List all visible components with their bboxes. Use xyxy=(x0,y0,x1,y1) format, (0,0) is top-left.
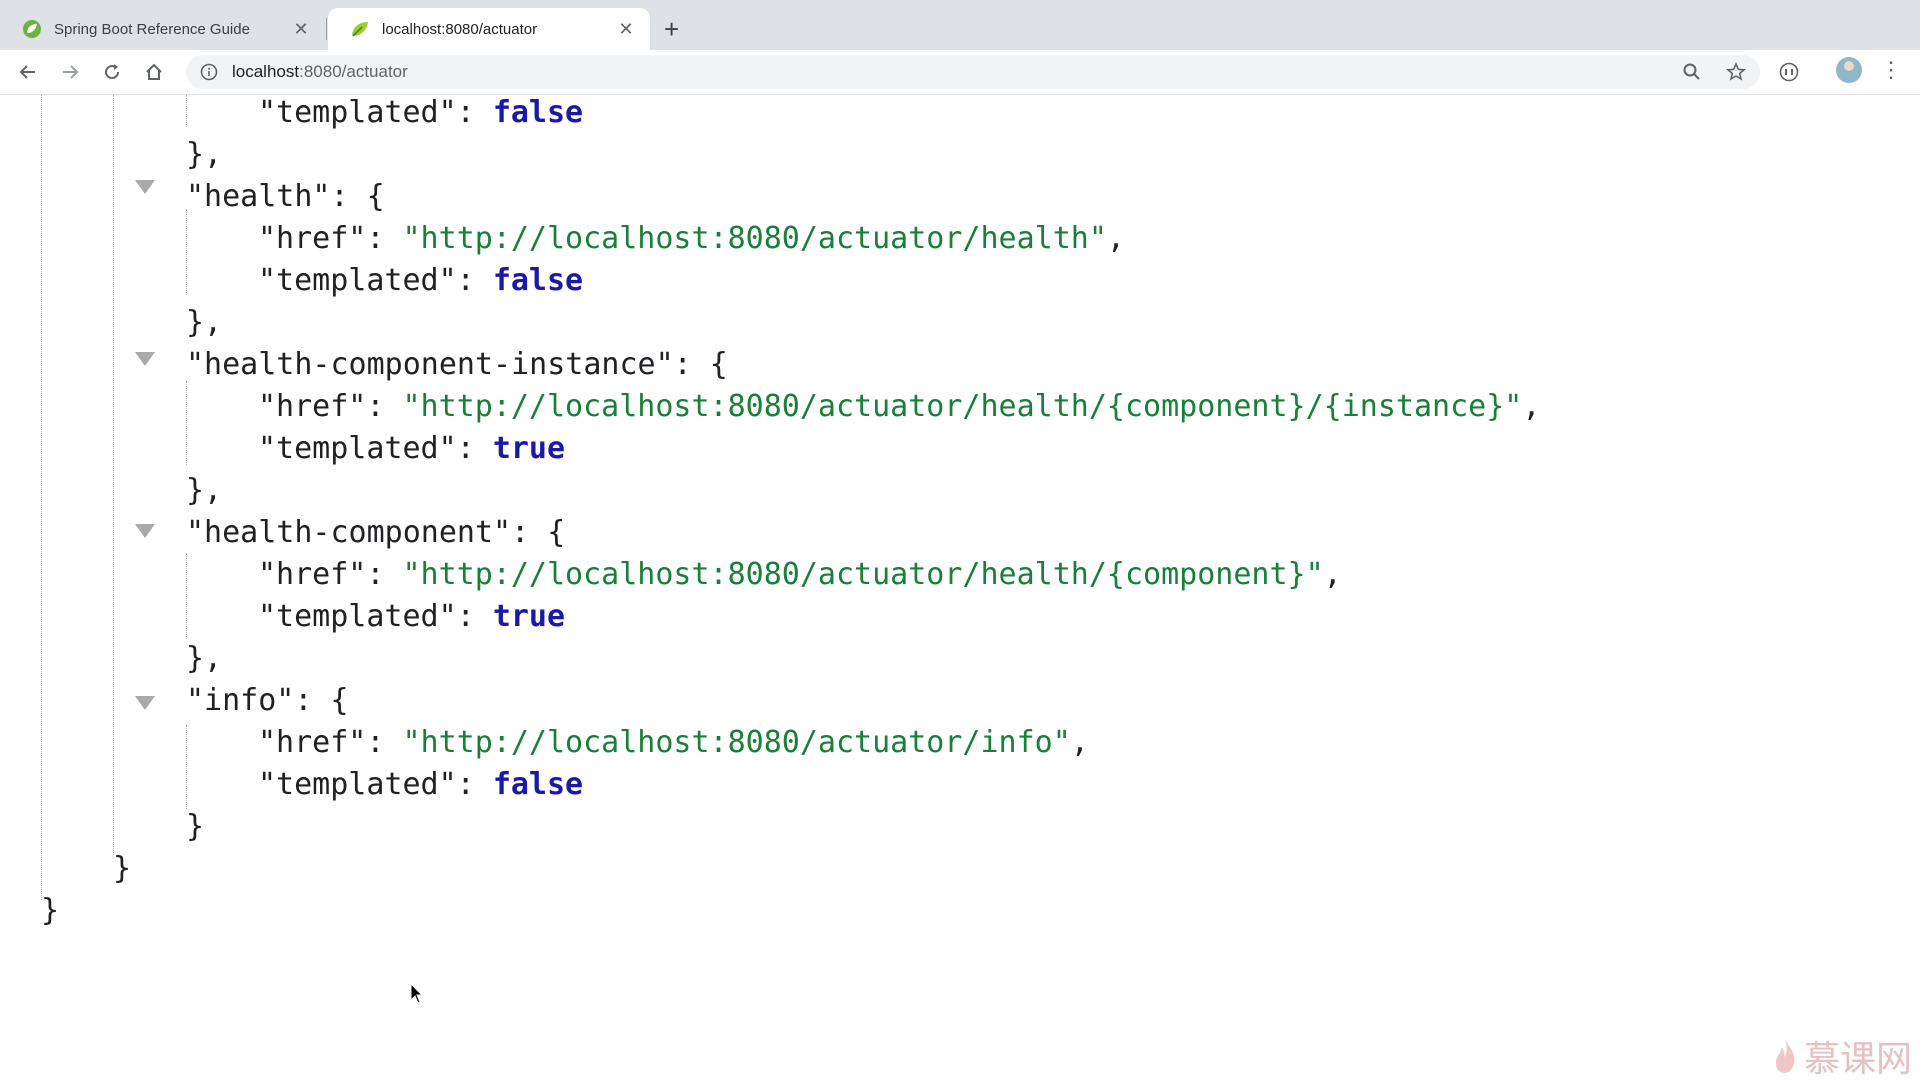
json-token: }, xyxy=(186,641,223,676)
json-line: }, xyxy=(186,641,222,677)
json-token: }, xyxy=(186,473,223,508)
json-line: } xyxy=(41,893,59,929)
back-icon[interactable] xyxy=(12,56,44,88)
collapse-toggle-icon[interactable] xyxy=(135,696,155,710)
json-token: "href": xyxy=(258,389,403,424)
json-token: "templated": xyxy=(258,263,493,298)
json-line: } xyxy=(186,809,204,845)
indent-guide xyxy=(186,381,187,465)
json-token: } xyxy=(41,893,60,928)
json-token: }, xyxy=(186,305,223,340)
json-line: "health-component-instance": { xyxy=(186,347,728,383)
json-boolean-value: false xyxy=(492,263,584,298)
json-token: "templated": xyxy=(258,431,493,466)
reload-icon[interactable] xyxy=(96,56,128,88)
extension-icon[interactable] xyxy=(1775,58,1803,86)
indent-guide xyxy=(41,95,42,900)
json-token: "href": xyxy=(258,725,403,760)
tab-divider xyxy=(326,18,327,40)
url-host: localhost xyxy=(232,62,300,81)
collapse-toggle-icon[interactable] xyxy=(135,524,155,538)
tab-title: Spring Boot Reference Guide xyxy=(54,20,250,38)
json-line: "templated": false xyxy=(258,263,583,299)
mouse-cursor-icon xyxy=(410,983,424,1004)
json-token: , xyxy=(1070,725,1089,760)
address-bar[interactable]: localhost:8080/actuator xyxy=(186,55,1760,89)
json-token: "info": { xyxy=(186,683,349,718)
json-line: "templated": false xyxy=(258,767,583,803)
json-line: "href": "http://localhost:8080/actuator/… xyxy=(258,557,1342,593)
tab-close-icon[interactable]: ✕ xyxy=(291,19,311,40)
json-token: "templated": xyxy=(258,95,493,130)
json-boolean-value: true xyxy=(492,431,566,466)
zoom-icon[interactable] xyxy=(1678,58,1706,86)
json-boolean-value: false xyxy=(492,95,584,130)
json-string-value: "http://localhost:8080/actuator/health" xyxy=(402,221,1107,256)
json-token: , xyxy=(1522,389,1541,424)
json-token: "templated": xyxy=(258,599,493,634)
json-string-value: "http://localhost:8080/actuator/health/{… xyxy=(402,389,1523,424)
menu-icon[interactable]: ⋮ xyxy=(1880,56,1902,84)
indent-guide xyxy=(186,553,187,637)
json-token: , xyxy=(1323,557,1342,592)
json-token: "health-component": { xyxy=(186,515,566,550)
json-line: "templated": true xyxy=(258,599,565,635)
url-text: localhost:8080/actuator xyxy=(232,62,408,82)
json-token: "health-component-instance": { xyxy=(186,347,728,382)
new-tab-button[interactable]: + xyxy=(664,12,679,46)
flame-icon xyxy=(1775,1039,1795,1073)
json-line: } xyxy=(113,851,131,887)
tab-close-icon[interactable]: ✕ xyxy=(616,19,636,40)
spring-leaf-icon xyxy=(23,20,41,38)
watermark-logo: 慕课网 xyxy=(1772,1030,1912,1082)
json-line: }, xyxy=(186,473,222,509)
collapse-toggle-icon[interactable] xyxy=(135,180,155,194)
json-token: "href": xyxy=(258,221,403,256)
json-line: "health-component": { xyxy=(186,515,565,551)
json-viewer: "templated": false}, "health": { "href": "… xyxy=(0,95,1920,1080)
indent-guide xyxy=(186,725,187,809)
tab-strip: Spring Boot Reference Guide ✕ localhost:… xyxy=(0,0,1920,50)
star-icon[interactable] xyxy=(1722,58,1750,86)
info-icon[interactable] xyxy=(200,63,218,81)
json-string-value: "http://localhost:8080/actuator/health/{… xyxy=(402,557,1324,592)
forward-icon[interactable] xyxy=(54,56,86,88)
tab-title: localhost:8080/actuator xyxy=(382,20,538,38)
collapse-toggle-icon[interactable] xyxy=(135,352,155,366)
json-line: "href": "http://localhost:8080/actuator/… xyxy=(258,389,1540,425)
json-line: }, xyxy=(186,137,222,173)
json-line: }, xyxy=(186,305,222,341)
browser-toolbar: localhost:8080/actuator xyxy=(0,50,1920,95)
home-icon[interactable] xyxy=(138,56,170,88)
spring-leaf-icon xyxy=(352,22,368,37)
tab-spring-boot-guide[interactable]: Spring Boot Reference Guide ✕ xyxy=(0,8,325,50)
json-boolean-value: false xyxy=(492,767,584,802)
json-token: "href": xyxy=(258,557,403,592)
json-boolean-value: true xyxy=(492,599,566,634)
indent-guide xyxy=(113,95,114,855)
json-line: "health": { xyxy=(186,179,385,215)
json-line: "href": "http://localhost:8080/actuator/… xyxy=(258,221,1125,257)
json-string-value: "http://localhost:8080/actuator/info" xyxy=(402,725,1071,760)
json-token: , xyxy=(1106,221,1125,256)
avatar[interactable] xyxy=(1836,57,1862,83)
json-token: } xyxy=(113,851,132,886)
url-path: :8080/actuator xyxy=(299,62,408,81)
watermark-text: 慕课网 xyxy=(1804,1039,1913,1080)
json-token: } xyxy=(186,809,205,844)
indent-guide xyxy=(186,95,187,125)
json-line: "href": "http://localhost:8080/actuator/… xyxy=(258,725,1089,761)
json-line: "templated": false xyxy=(258,95,583,131)
json-line: "info": { xyxy=(186,683,349,719)
indent-guide xyxy=(186,209,187,293)
tab-localhost-actuator[interactable]: localhost:8080/actuator ✕ xyxy=(328,8,650,50)
json-token: }, xyxy=(186,137,223,172)
json-token: "health": { xyxy=(186,179,385,214)
json-token: "templated": xyxy=(258,767,493,802)
json-line: "templated": true xyxy=(258,431,565,467)
